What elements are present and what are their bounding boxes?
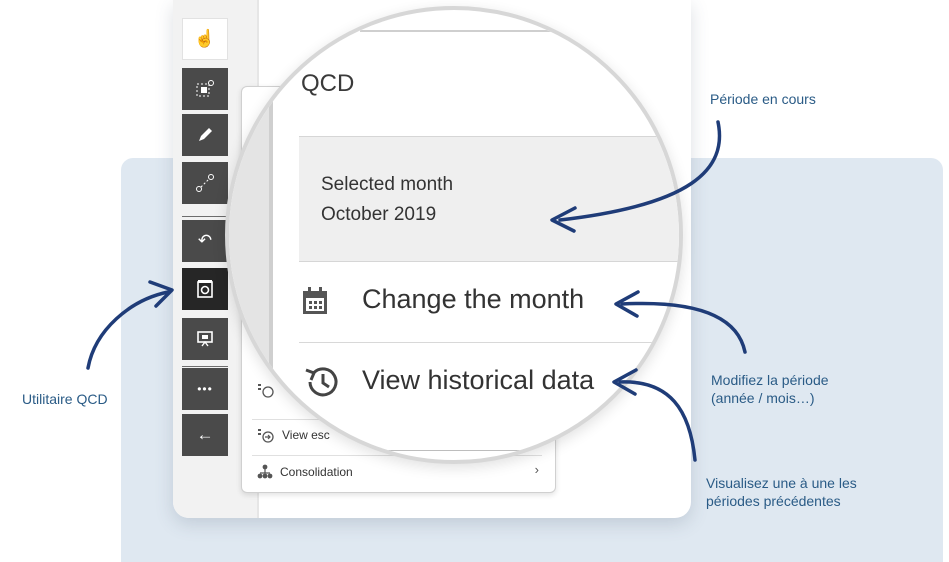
pencil-icon — [199, 128, 212, 141]
connector-icon — [196, 174, 214, 192]
annotation-previous-periods: Visualisez une à une les périodes précéd… — [706, 474, 857, 510]
annotation-previous-periods-line1: Visualisez une à une les — [706, 475, 857, 491]
pointer-tool-button[interactable]: ☝ — [182, 18, 228, 60]
chevron-right-icon: › — [534, 462, 539, 477]
annotation-modify-period: Modifiez la période (année / mois…) — [711, 371, 829, 407]
selection-tool-button[interactable] — [182, 68, 228, 110]
history-icon — [305, 367, 338, 397]
undo-icon: ↶ — [197, 231, 213, 250]
left-toolbar: ☝ ↶ ••• ← — [182, 18, 228, 456]
hierarchy-icon — [257, 464, 273, 479]
annotation-previous-periods-line2: périodes précédentes — [706, 493, 841, 509]
more-icon: ••• — [197, 382, 213, 396]
pencil-tool-button[interactable] — [182, 114, 228, 156]
selected-month-box — [299, 136, 679, 262]
annotation-modify-period-line2: (année / mois…) — [711, 390, 815, 406]
undo-button[interactable]: ↶ — [182, 220, 228, 262]
magnifier-lens: QCD Selected month October 2019 Change t… — [225, 6, 683, 464]
menu-consolidation-label: Consolidation — [280, 464, 353, 479]
back-arrow-icon: ← — [196, 425, 214, 444]
annotation-qcd-utility: Utilitaire QCD — [22, 391, 108, 407]
connector-tool-button[interactable] — [182, 162, 228, 204]
calendar-icon — [303, 287, 327, 314]
panel-side-strip — [229, 90, 269, 390]
qcd-utility-button[interactable] — [182, 268, 228, 310]
presentation-button[interactable] — [182, 318, 228, 360]
change-month-label: Change the month — [362, 284, 585, 314]
pointer-icon: ☝ — [194, 29, 216, 48]
selection-icon — [196, 80, 214, 97]
qcd-utility-icon — [197, 280, 213, 298]
menu-item-consolidation[interactable]: Consolidation — [257, 464, 353, 479]
presentation-icon — [197, 331, 213, 347]
panel-bottom-line — [320, 450, 520, 451]
more-button[interactable]: ••• — [182, 368, 228, 410]
selected-month-value: October 2019 — [321, 204, 437, 225]
back-button[interactable]: ← — [182, 414, 228, 456]
toolbar-separator — [182, 366, 228, 367]
panel-side-divider — [269, 88, 273, 388]
panel-top-line — [360, 30, 560, 32]
panel-title: QCD — [301, 70, 355, 97]
selected-month-label: Selected month — [321, 174, 454, 195]
magnified-panel: QCD Selected month October 2019 Change t… — [229, 10, 679, 460]
annotation-modify-period-line1: Modifiez la période — [711, 372, 829, 388]
annotation-current-period: Période en cours — [710, 91, 816, 107]
toolbar-separator — [182, 216, 228, 217]
view-history-label: View historical data — [362, 365, 595, 395]
